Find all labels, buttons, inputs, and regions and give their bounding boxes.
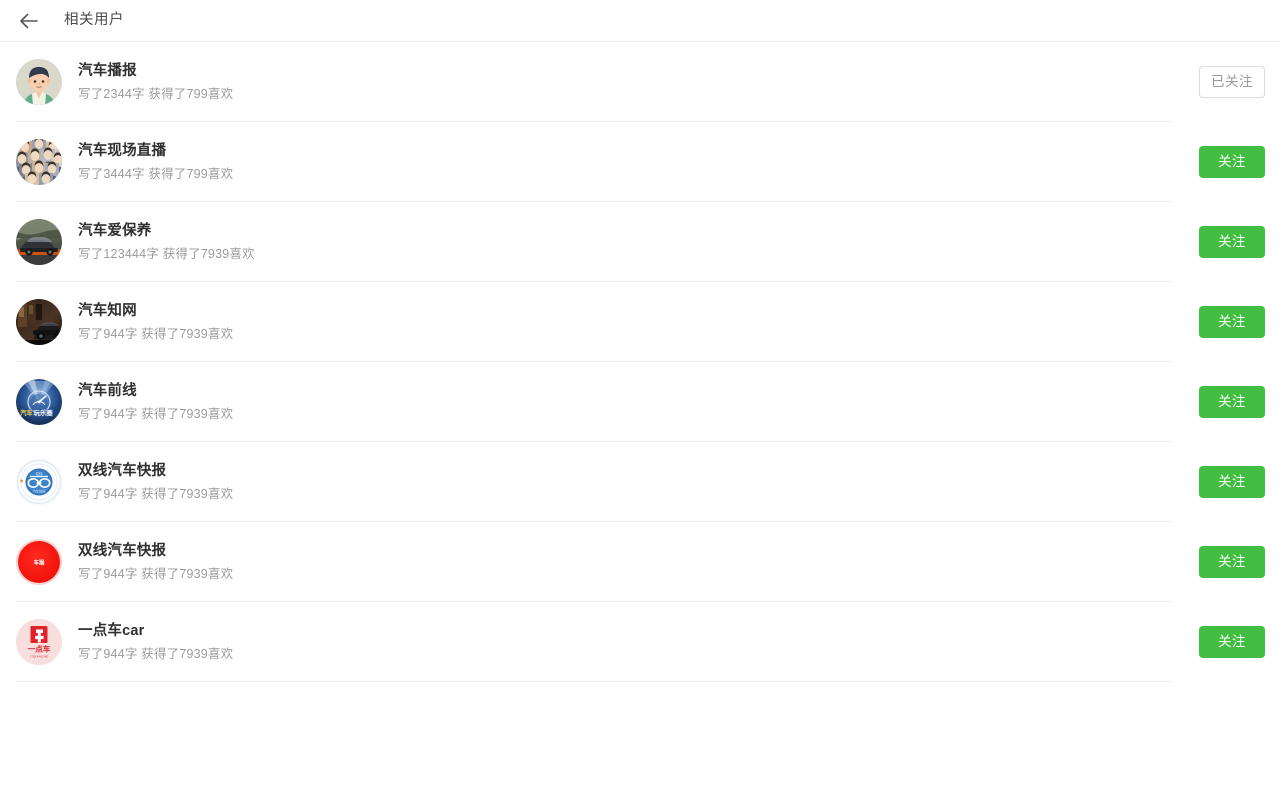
avatar[interactable]	[16, 139, 62, 185]
user-list-item[interactable]: 汽车知网 写了944字 获得了7939喜欢 关注	[0, 282, 1280, 362]
follow-action: 关注	[1199, 546, 1265, 578]
avatar[interactable]	[16, 219, 62, 265]
svg-text:一点车: 一点车	[28, 644, 51, 654]
follow-action: 关注	[1199, 306, 1265, 338]
user-name: 汽车播报	[78, 63, 137, 79]
user-list-item[interactable]: 双线 汽车快报 · · · · · · 双线汽车快报 写了944字 获得了793…	[0, 442, 1280, 522]
user-list-item[interactable]: 汽车 玩乐圈 · · · · · · · · 汽车前线 写了944字 获得了79…	[0, 362, 1280, 442]
page-header: 相关用户	[0, 0, 1280, 42]
user-name: 汽车知网	[78, 303, 137, 319]
follow-action: 关注	[1199, 626, 1265, 658]
avatar[interactable]	[16, 59, 62, 105]
follow-action: 关注	[1199, 226, 1265, 258]
user-list-item[interactable]: 汽车爱保养 写了123444字 获得了7939喜欢 关注	[0, 202, 1280, 282]
user-info: 双线汽车快报 写了944字 获得了7939喜欢	[78, 541, 1280, 583]
user-stats: 写了123444字 获得了7939喜欢	[78, 247, 255, 261]
user-list-item[interactable]: 一点车 YIDIANCHE 一点车car 写了944字 获得了7939喜欢 关注	[0, 602, 1280, 682]
user-list-item[interactable]: 汽车现场直播 写了3444字 获得了799喜欢 关注	[0, 122, 1280, 202]
follow-button[interactable]: 关注	[1199, 306, 1265, 338]
user-list-item[interactable]: 汽车播报 写了2344字 获得了799喜欢 已关注	[0, 42, 1280, 122]
follow-action: 关注	[1199, 146, 1265, 178]
avatar[interactable]: 车猴	[16, 539, 62, 585]
avatar[interactable]: 一点车 YIDIANCHE	[16, 619, 62, 665]
avatar[interactable]: 汽车 玩乐圈 · · · · · · · ·	[16, 379, 62, 425]
arrow-left-icon	[18, 10, 40, 32]
user-stats: 写了2344字 获得了799喜欢	[78, 87, 234, 101]
user-info: 汽车知网 写了944字 获得了7939喜欢	[78, 301, 1280, 343]
user-info: 汽车播报 写了2344字 获得了799喜欢	[78, 61, 1280, 103]
avatar[interactable]: 双线 汽车快报 · · · · · ·	[16, 459, 62, 505]
follow-button[interactable]: 关注	[1199, 466, 1265, 498]
follow-action: 关注	[1199, 466, 1265, 498]
user-info: 汽车前线 写了944字 获得了7939喜欢	[78, 381, 1280, 423]
following-button[interactable]: 已关注	[1199, 66, 1265, 98]
user-stats: 写了944字 获得了7939喜欢	[78, 487, 234, 501]
user-info: 双线汽车快报 写了944字 获得了7939喜欢	[78, 461, 1280, 503]
user-stats: 写了944字 获得了7939喜欢	[78, 567, 234, 581]
user-name: 双线汽车快报	[78, 463, 167, 479]
svg-text:车猴: 车猴	[34, 559, 45, 567]
user-stats: 写了944字 获得了7939喜欢	[78, 327, 234, 341]
user-name: 汽车爱保养	[78, 223, 152, 239]
page-title: 相关用户	[64, 12, 124, 29]
follow-button[interactable]: 关注	[1199, 386, 1265, 418]
user-name: 一点车car	[78, 623, 145, 639]
svg-text:YIDIANCHE: YIDIANCHE	[30, 654, 48, 658]
user-info: 汽车爱保养 写了123444字 获得了7939喜欢	[78, 221, 1280, 263]
svg-text:汽车快报: 汽车快报	[33, 489, 47, 494]
user-stats: 写了944字 获得了7939喜欢	[78, 647, 234, 661]
user-info: 汽车现场直播 写了3444字 获得了799喜欢	[78, 141, 1280, 183]
follow-button[interactable]: 关注	[1199, 226, 1265, 258]
user-info: 一点车car 写了944字 获得了7939喜欢	[78, 621, 1280, 663]
follow-action: 关注	[1199, 386, 1265, 418]
svg-text:双线: 双线	[36, 471, 43, 476]
user-name: 双线汽车快报	[78, 543, 167, 559]
follow-button[interactable]: 关注	[1199, 626, 1265, 658]
svg-text:汽车: 汽车	[20, 408, 33, 417]
user-list-item[interactable]: 车猴 双线汽车快报 写了944字 获得了7939喜欢 关注	[0, 522, 1280, 602]
user-stats: 写了3444字 获得了799喜欢	[78, 167, 234, 181]
follow-button[interactable]: 关注	[1199, 146, 1265, 178]
svg-text:· · · · · · · ·: · · · · · · · ·	[26, 389, 38, 392]
user-name: 汽车前线	[78, 383, 137, 399]
user-name: 汽车现场直播	[78, 143, 167, 159]
back-button[interactable]	[14, 6, 44, 36]
avatar[interactable]	[16, 299, 62, 345]
svg-text:玩乐圈: 玩乐圈	[34, 408, 54, 417]
related-users-list: 汽车播报 写了2344字 获得了799喜欢 已关注 汽车现场直播 写了3444字…	[0, 42, 1280, 682]
svg-text:· · · · · ·: · · · · · ·	[34, 498, 44, 502]
user-stats: 写了944字 获得了7939喜欢	[78, 407, 234, 421]
follow-action: 已关注	[1199, 66, 1265, 98]
follow-button[interactable]: 关注	[1199, 546, 1265, 578]
